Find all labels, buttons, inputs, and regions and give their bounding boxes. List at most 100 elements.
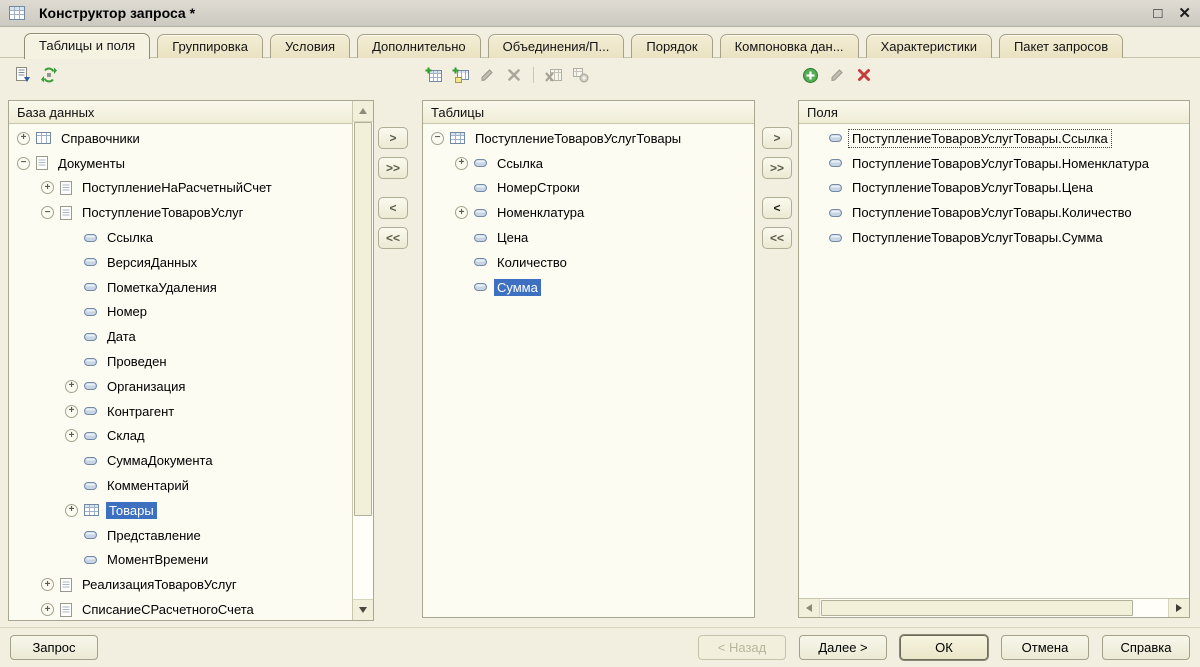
tree-item-СуммаДокумента[interactable]: СуммаДокумента [9,448,352,473]
scroll-down-button[interactable] [353,599,373,620]
tab-8[interactable]: Характеристики [865,34,992,58]
tree-item-Ссылка[interactable]: + Ссылка [423,151,754,176]
fields-panel-header: Поля [799,101,1189,124]
move-left-button[interactable]: < [378,197,408,219]
tab-9[interactable]: Пакет запросов [998,34,1124,58]
field-icon [84,481,97,490]
tree-item-ПоступлениеТоваровУслуг[interactable]: − ПоступлениеТоваровУслуг [9,200,352,225]
collapse-icon[interactable]: − [41,206,54,220]
scroll-up-button[interactable] [353,101,373,122]
tree-item-Цена[interactable]: Цена [423,225,754,250]
query-button[interactable]: Запрос [10,635,98,660]
expand-icon[interactable]: + [41,578,54,592]
tree-item-Документы[interactable]: − Документы [9,151,352,176]
fields-horizontal-scrollbar[interactable] [799,598,1189,617]
move-all-right-button[interactable]: >> [378,157,408,179]
tree-item-ПоступлениеНаРасчетныйСчет[interactable]: + ПоступлениеНаРасчетныйСчет [9,176,352,201]
tab-6[interactable]: Порядок [631,34,713,58]
tree-item-МоментВремени[interactable]: МоментВремени [9,548,352,573]
tree-item-label: ПоступлениеТоваровУслугТовары.Номенклату… [852,155,1150,171]
expand-icon[interactable]: + [41,603,54,617]
help-button[interactable]: Справка [1102,635,1190,660]
query-options-icon[interactable] [40,66,58,84]
tree-item-Склад[interactable]: + Склад [9,424,352,449]
field-icon [474,159,487,168]
tree-item-label: Проведен [107,354,167,370]
tree-item-ПоступлениеТоваровУслугТовары.Номенклатура[interactable]: ПоступлениеТоваровУслугТовары.Номенклату… [799,151,1189,176]
add-nested-table-icon[interactable] [451,66,469,84]
expand-icon[interactable]: + [65,379,78,393]
table-icon [84,504,99,517]
doc-icon [60,577,72,592]
field-icon [829,208,842,217]
tree-item-Проведен[interactable]: Проведен [9,349,352,374]
expand-icon[interactable]: + [455,206,468,220]
expand-icon[interactable]: + [65,404,78,418]
tab-2[interactable]: Группировка [157,34,263,58]
tree-item-Номенклатура[interactable]: + Номенклатура [423,200,754,225]
tree-item-Контрагент[interactable]: + Контрагент [9,399,352,424]
close-button[interactable]: ✕ [1178,6,1191,21]
tree-item-ПоступлениеТоваровУслугТовары.Сумма[interactable]: ПоступлениеТоваровУслугТовары.Сумма [799,225,1189,250]
add-table-icon[interactable] [424,66,442,84]
collapse-icon[interactable]: − [431,131,444,145]
tab-3[interactable]: Условия [270,34,351,58]
cancel-button[interactable]: Отмена [1001,635,1089,660]
query-text-icon[interactable] [13,66,31,84]
tree-item-ПоступлениеТоваровУслугТовары[interactable]: − ПоступлениеТоваровУслугТовары [423,126,754,151]
tree-item-Ссылка[interactable]: Ссылка [9,225,352,250]
move-right-button[interactable]: > [762,127,792,149]
tree-item-НомерСтроки[interactable]: НомерСтроки [423,176,754,201]
ok-button[interactable]: ОК [900,635,988,660]
delete-icon-red[interactable] [855,66,873,84]
scrollbar-thumb[interactable] [821,600,1133,616]
scroll-right-button[interactable] [1168,599,1189,617]
move-left-button[interactable]: < [762,197,792,219]
move-all-left-button[interactable]: << [378,227,408,249]
move-right-button[interactable]: > [378,127,408,149]
move-all-right-button[interactable]: >> [762,157,792,179]
tab-bar: Таблицы и поля Группировка Условия Дополнит… [24,31,1196,59]
maximize-button[interactable]: □ [1153,6,1162,21]
tree-item-Организация[interactable]: + Организация [9,374,352,399]
next-button[interactable]: Далее > [799,635,887,660]
tree-item-ПометкаУдаления[interactable]: ПометкаУдаления [9,275,352,300]
tree-item-label: Товары [106,501,157,519]
tree-item-Представление[interactable]: Представление [9,523,352,548]
tree-item-Товары[interactable]: + Товары [9,498,352,523]
expand-icon[interactable]: + [65,503,78,517]
tree-item-label: Представление [107,527,201,543]
tree-item-СписаниеСРасчетногоСчета[interactable]: + СписаниеСРасчетногоСчета [9,597,352,620]
field-icon [829,159,842,168]
tree-item-ПоступлениеТоваровУслугТовары.Цена[interactable]: ПоступлениеТоваровУслугТовары.Цена [799,176,1189,201]
scroll-left-button[interactable] [799,599,820,617]
tab-7[interactable]: Компоновка дан... [719,34,859,58]
expand-icon[interactable]: + [455,156,468,170]
database-panel: База данных + Справочники − Документы + Посту… [8,100,374,621]
tree-item-Номер[interactable]: Номер [9,300,352,325]
expand-icon[interactable]: + [41,181,54,195]
tab-4[interactable]: Дополнительно [357,34,481,58]
dialog-buttons: < Назад Далее > ОК Отмена Справка [698,635,1190,660]
move-all-left-button[interactable]: << [762,227,792,249]
tree-item-Комментарий[interactable]: Комментарий [9,473,352,498]
tab-1[interactable]: Таблицы и поля [24,33,151,59]
tree-item-ВерсияДанных[interactable]: ВерсияДанных [9,250,352,275]
tree-item-ПоступлениеТоваровУслугТовары.Количество[interactable]: ПоступлениеТоваровУслугТовары.Количество [799,200,1189,225]
tree-item-Справочники[interactable]: + Справочники [9,126,352,151]
expand-icon[interactable]: + [65,429,78,443]
tree-item-Количество[interactable]: Количество [423,250,754,275]
tree-item-Дата[interactable]: Дата [9,324,352,349]
tree-item-Сумма[interactable]: Сумма [423,275,754,300]
expand-icon[interactable]: + [17,131,30,145]
tab-5[interactable]: Объединения/П... [487,34,625,58]
database-vertical-scrollbar[interactable] [352,101,373,620]
tree-item-ПоступлениеТоваровУслугТовары.Ссылка[interactable]: ПоступлениеТоваровУслугТовары.Ссылка [799,126,1189,151]
add-circle-icon[interactable] [801,66,819,84]
collapse-icon[interactable]: − [17,156,30,170]
scrollbar-thumb[interactable] [354,122,372,516]
tree-item-РеализацияТоваровУслуг[interactable]: + РеализацияТоваровУслуг [9,572,352,597]
tree-item-label: ПоступлениеТоваровУслуг [82,205,244,221]
